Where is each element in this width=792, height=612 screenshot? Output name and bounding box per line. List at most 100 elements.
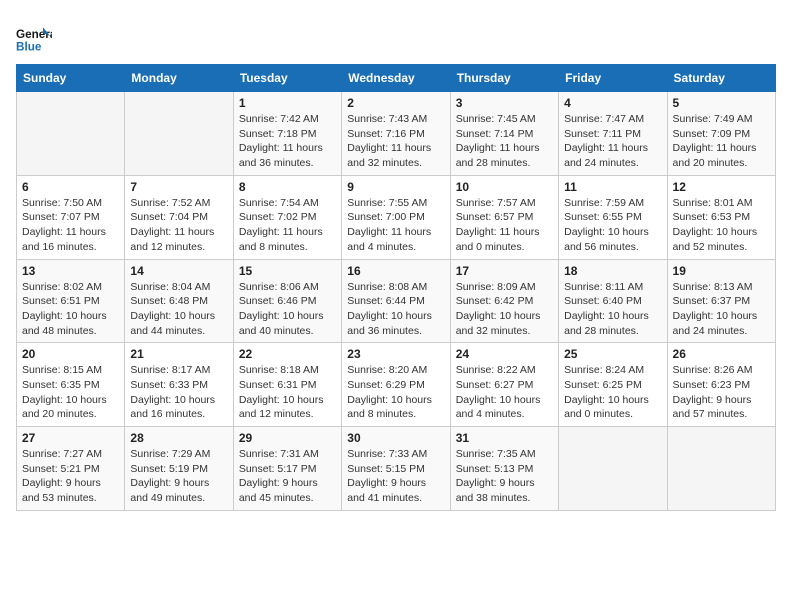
day-info: Sunrise: 8:26 AM Sunset: 6:23 PM Dayligh…: [673, 363, 770, 422]
day-number: 14: [130, 264, 227, 278]
week-row-4: 20 Sunrise: 8:15 AM Sunset: 6:35 PM Dayli…: [17, 343, 776, 427]
day-info: Sunrise: 8:17 AM Sunset: 6:33 PM Dayligh…: [130, 363, 227, 422]
calendar-cell: 31 Sunrise: 7:35 AM Sunset: 5:13 PM Dayli…: [450, 427, 558, 511]
day-number: 19: [673, 264, 770, 278]
day-number: 27: [22, 431, 119, 445]
day-info: Sunrise: 7:54 AM Sunset: 7:02 PM Dayligh…: [239, 196, 336, 255]
day-info: Sunrise: 7:52 AM Sunset: 7:04 PM Dayligh…: [130, 196, 227, 255]
day-number: 3: [456, 96, 553, 110]
calendar-table: SundayMondayTuesdayWednesdayThursdayFrid…: [16, 64, 776, 511]
day-info: Sunrise: 7:47 AM Sunset: 7:11 PM Dayligh…: [564, 112, 661, 171]
day-info: Sunrise: 7:29 AM Sunset: 5:19 PM Dayligh…: [130, 447, 227, 506]
day-number: 12: [673, 180, 770, 194]
calendar-cell: [17, 92, 125, 176]
calendar-cell: 3 Sunrise: 7:45 AM Sunset: 7:14 PM Daylig…: [450, 92, 558, 176]
day-info: Sunrise: 7:43 AM Sunset: 7:16 PM Dayligh…: [347, 112, 444, 171]
day-number: 2: [347, 96, 444, 110]
calendar-cell: 28 Sunrise: 7:29 AM Sunset: 5:19 PM Dayli…: [125, 427, 233, 511]
col-header-friday: Friday: [559, 65, 667, 92]
header-row: SundayMondayTuesdayWednesdayThursdayFrid…: [17, 65, 776, 92]
svg-text:Blue: Blue: [16, 41, 42, 54]
day-number: 25: [564, 347, 661, 361]
day-info: Sunrise: 8:24 AM Sunset: 6:25 PM Dayligh…: [564, 363, 661, 422]
day-info: Sunrise: 8:11 AM Sunset: 6:40 PM Dayligh…: [564, 280, 661, 339]
logo-icon: General Blue: [16, 20, 52, 56]
logo: General Blue: [16, 20, 56, 56]
day-number: 18: [564, 264, 661, 278]
svg-text:General: General: [16, 28, 52, 41]
calendar-cell: 25 Sunrise: 8:24 AM Sunset: 6:25 PM Dayli…: [559, 343, 667, 427]
day-number: 15: [239, 264, 336, 278]
week-row-5: 27 Sunrise: 7:27 AM Sunset: 5:21 PM Dayli…: [17, 427, 776, 511]
calendar-cell: [667, 427, 775, 511]
week-row-3: 13Sunrise: 8:02 AM Sunset: 6:51 PM Dayli…: [17, 259, 776, 343]
week-row-2: 6Sunrise: 7:50 AM Sunset: 7:07 PM Daylig…: [17, 175, 776, 259]
day-info: Sunrise: 8:08 AM Sunset: 6:44 PM Dayligh…: [347, 280, 444, 339]
day-info: Sunrise: 8:13 AM Sunset: 6:37 PM Dayligh…: [673, 280, 770, 339]
calendar-cell: 19 Sunrise: 8:13 AM Sunset: 6:37 PM Dayli…: [667, 259, 775, 343]
col-header-wednesday: Wednesday: [342, 65, 450, 92]
day-number: 30: [347, 431, 444, 445]
day-info: Sunrise: 8:09 AM Sunset: 6:42 PM Dayligh…: [456, 280, 553, 339]
day-number: 28: [130, 431, 227, 445]
calendar-cell: 10 Sunrise: 7:57 AM Sunset: 6:57 PM Dayli…: [450, 175, 558, 259]
day-info: Sunrise: 7:49 AM Sunset: 7:09 PM Dayligh…: [673, 112, 770, 171]
day-info: Sunrise: 8:15 AM Sunset: 6:35 PM Dayligh…: [22, 363, 119, 422]
col-header-monday: Monday: [125, 65, 233, 92]
calendar-cell: 27 Sunrise: 7:27 AM Sunset: 5:21 PM Dayli…: [17, 427, 125, 511]
col-header-thursday: Thursday: [450, 65, 558, 92]
day-number: 16: [347, 264, 444, 278]
day-info: Sunrise: 8:06 AM Sunset: 6:46 PM Dayligh…: [239, 280, 336, 339]
calendar-cell: 4 Sunrise: 7:47 AM Sunset: 7:11 PM Daylig…: [559, 92, 667, 176]
calendar-cell: 22Sunrise: 8:18 AM Sunset: 6:31 PM Dayli…: [233, 343, 341, 427]
day-info: Sunrise: 7:50 AM Sunset: 7:07 PM Dayligh…: [22, 196, 119, 255]
day-number: 4: [564, 96, 661, 110]
day-info: Sunrise: 8:20 AM Sunset: 6:29 PM Dayligh…: [347, 363, 444, 422]
calendar-cell: 18 Sunrise: 8:11 AM Sunset: 6:40 PM Dayli…: [559, 259, 667, 343]
day-info: Sunrise: 7:55 AM Sunset: 7:00 PM Dayligh…: [347, 196, 444, 255]
day-info: Sunrise: 7:33 AM Sunset: 5:15 PM Dayligh…: [347, 447, 444, 506]
calendar-cell: 11Sunrise: 7:59 AM Sunset: 6:55 PM Dayli…: [559, 175, 667, 259]
calendar-cell: [125, 92, 233, 176]
day-info: Sunrise: 7:59 AM Sunset: 6:55 PM Dayligh…: [564, 196, 661, 255]
calendar-cell: 9 Sunrise: 7:55 AM Sunset: 7:00 PM Daylig…: [342, 175, 450, 259]
day-info: Sunrise: 7:42 AM Sunset: 7:18 PM Dayligh…: [239, 112, 336, 171]
day-number: 13: [22, 264, 119, 278]
calendar-cell: 12 Sunrise: 8:01 AM Sunset: 6:53 PM Dayli…: [667, 175, 775, 259]
day-info: Sunrise: 7:27 AM Sunset: 5:21 PM Dayligh…: [22, 447, 119, 506]
page-header: General Blue: [16, 16, 776, 56]
day-number: 26: [673, 347, 770, 361]
day-number: 5: [673, 96, 770, 110]
day-number: 20: [22, 347, 119, 361]
calendar-cell: 1 Sunrise: 7:42 AM Sunset: 7:18 PM Daylig…: [233, 92, 341, 176]
calendar-cell: 21Sunrise: 8:17 AM Sunset: 6:33 PM Dayli…: [125, 343, 233, 427]
day-info: Sunrise: 8:01 AM Sunset: 6:53 PM Dayligh…: [673, 196, 770, 255]
day-number: 10: [456, 180, 553, 194]
day-number: 1: [239, 96, 336, 110]
calendar-cell: 8 Sunrise: 7:54 AM Sunset: 7:02 PM Daylig…: [233, 175, 341, 259]
calendar-cell: 16 Sunrise: 8:08 AM Sunset: 6:44 PM Dayli…: [342, 259, 450, 343]
week-row-1: 1 Sunrise: 7:42 AM Sunset: 7:18 PM Daylig…: [17, 92, 776, 176]
calendar-cell: 6Sunrise: 7:50 AM Sunset: 7:07 PM Daylig…: [17, 175, 125, 259]
calendar-cell: 26 Sunrise: 8:26 AM Sunset: 6:23 PM Dayli…: [667, 343, 775, 427]
day-number: 17: [456, 264, 553, 278]
day-number: 24: [456, 347, 553, 361]
calendar-cell: 20 Sunrise: 8:15 AM Sunset: 6:35 PM Dayli…: [17, 343, 125, 427]
day-number: 8: [239, 180, 336, 194]
day-number: 31: [456, 431, 553, 445]
day-info: Sunrise: 7:57 AM Sunset: 6:57 PM Dayligh…: [456, 196, 553, 255]
day-info: Sunrise: 7:35 AM Sunset: 5:13 PM Dayligh…: [456, 447, 553, 506]
day-info: Sunrise: 8:22 AM Sunset: 6:27 PM Dayligh…: [456, 363, 553, 422]
calendar-cell: 5 Sunrise: 7:49 AM Sunset: 7:09 PM Daylig…: [667, 92, 775, 176]
day-number: 22: [239, 347, 336, 361]
calendar-cell: 29Sunrise: 7:31 AM Sunset: 5:17 PM Dayli…: [233, 427, 341, 511]
calendar-cell: [559, 427, 667, 511]
calendar-cell: 14 Sunrise: 8:04 AM Sunset: 6:48 PM Dayli…: [125, 259, 233, 343]
day-number: 9: [347, 180, 444, 194]
day-info: Sunrise: 8:04 AM Sunset: 6:48 PM Dayligh…: [130, 280, 227, 339]
day-number: 29: [239, 431, 336, 445]
calendar-cell: 2 Sunrise: 7:43 AM Sunset: 7:16 PM Daylig…: [342, 92, 450, 176]
calendar-cell: 7Sunrise: 7:52 AM Sunset: 7:04 PM Daylig…: [125, 175, 233, 259]
day-info: Sunrise: 7:45 AM Sunset: 7:14 PM Dayligh…: [456, 112, 553, 171]
calendar-cell: 30 Sunrise: 7:33 AM Sunset: 5:15 PM Dayli…: [342, 427, 450, 511]
